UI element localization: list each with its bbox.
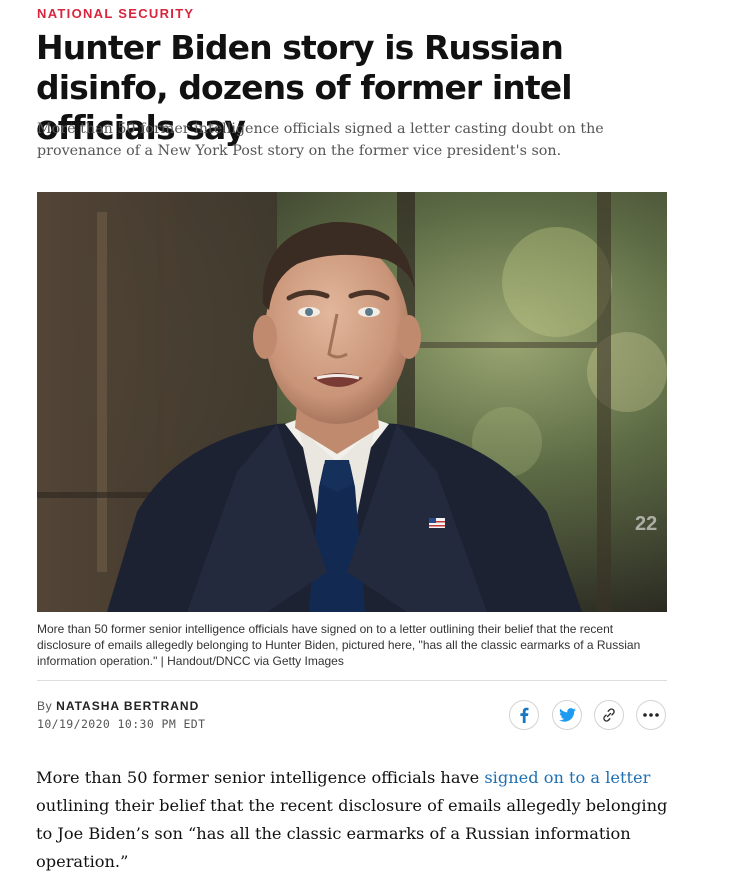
byline: By NATASHA BERTRAND [37, 699, 199, 713]
link-icon [603, 708, 615, 722]
more-share-button[interactable] [636, 700, 666, 730]
photo-caption: More than 50 former senior intelligence … [37, 622, 641, 668]
lead-photo: 22 [37, 192, 667, 612]
byline-prefix: By [37, 699, 53, 713]
letter-link[interactable]: signed on to a letter [484, 768, 650, 787]
man-in-suit-photo: 22 [37, 192, 667, 612]
twitter-icon [558, 708, 576, 722]
facebook-icon [520, 707, 529, 723]
divider [37, 680, 667, 681]
section-label[interactable]: NATIONAL SECURITY [37, 6, 194, 21]
photo-watermark: 22 [635, 513, 657, 535]
body-text-start: More than 50 former senior intelligence … [36, 768, 485, 787]
more-icon [643, 713, 659, 717]
dek: More than 50 former intelligence officia… [37, 121, 604, 159]
publish-date: 10/19/2020 10:30 PM EDT [37, 717, 206, 731]
share-facebook-button[interactable] [509, 700, 539, 730]
body-text-end: outlining their belief that the recent d… [36, 796, 668, 871]
copy-link-button[interactable] [594, 700, 624, 730]
share-twitter-button[interactable] [552, 700, 582, 730]
author-link[interactable]: NATASHA BERTRAND [56, 699, 199, 713]
article-body-paragraph: More than 50 former senior intelligence … [36, 764, 668, 876]
